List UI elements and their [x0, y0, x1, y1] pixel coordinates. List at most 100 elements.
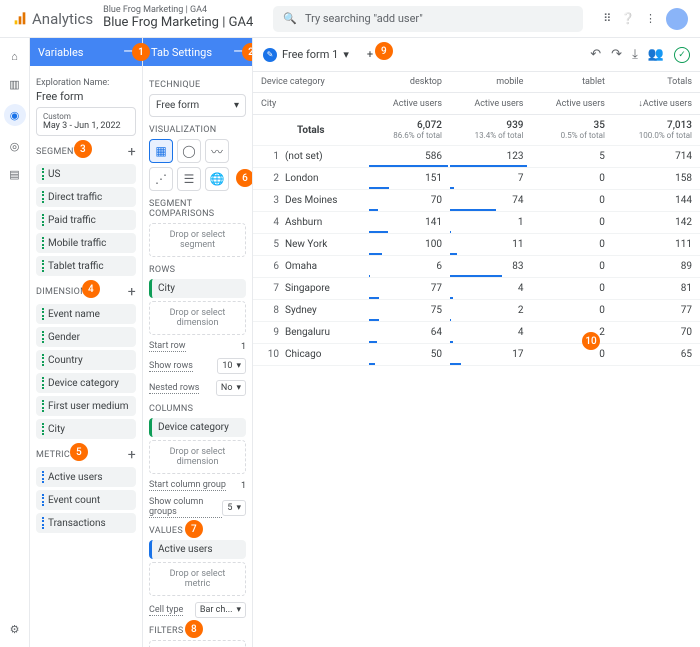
chevron-down-icon: ▾: [236, 361, 241, 371]
metric-chip[interactable]: Active users: [36, 467, 136, 487]
rows-dropzone[interactable]: Drop or select dimension: [149, 301, 246, 335]
col-tablet[interactable]: tablet: [531, 72, 612, 93]
apps-icon[interactable]: ⠿: [603, 12, 611, 25]
segment-chip[interactable]: Paid traffic: [36, 210, 136, 230]
table-row[interactable]: 3Des Moines 70 74 0 144: [253, 190, 700, 212]
visualization-label: VISUALIZATION: [149, 125, 246, 135]
exploration-name[interactable]: Free form: [36, 90, 136, 103]
reports-icon[interactable]: ▥: [7, 76, 23, 92]
viz-donut-icon[interactable]: ◯: [177, 139, 201, 163]
technique-label: TECHNIQUE: [149, 80, 246, 90]
viz-line-icon[interactable]: 〰: [205, 139, 229, 163]
col-device-category[interactable]: Device category: [253, 72, 369, 93]
technique-select[interactable]: Free form▾: [149, 94, 246, 117]
add-dimension-button[interactable]: +: [128, 284, 136, 300]
dimension-chip[interactable]: First user medium: [36, 396, 136, 416]
col-active-users-sort[interactable]: ↓Active users: [613, 93, 700, 115]
viz-bar-icon[interactable]: ☰: [177, 167, 201, 191]
dimension-chip[interactable]: City: [36, 419, 136, 439]
row-chip[interactable]: City: [149, 279, 246, 298]
explore-icon[interactable]: ◉: [4, 104, 26, 126]
col-active-users[interactable]: Active users: [450, 93, 531, 115]
columns-dropzone[interactable]: Drop or select dimension: [149, 440, 246, 474]
start-col-value[interactable]: 1: [241, 481, 246, 491]
add-tab-button[interactable]: + 9: [367, 48, 373, 61]
annotation-badge-10: 10: [582, 332, 600, 350]
viz-scatter-icon[interactable]: ⋰: [149, 167, 173, 191]
show-rows-select[interactable]: 10▾: [217, 358, 246, 374]
nested-rows-select[interactable]: No▾: [216, 380, 246, 396]
col-mobile[interactable]: mobile: [450, 72, 531, 93]
annotation-badge-7: 7: [185, 520, 203, 538]
viz-table-icon[interactable]: ▦: [149, 139, 173, 163]
logo[interactable]: Analytics: [12, 10, 93, 28]
title-block[interactable]: Blue Frog Marketing | GA4 Blue Frog Mark…: [103, 6, 253, 30]
values-dropzone[interactable]: Drop or select metric: [149, 562, 246, 596]
cell-type-label: Cell type: [149, 605, 183, 616]
value-chip[interactable]: Active users: [149, 540, 246, 559]
dimension-chip[interactable]: Gender: [36, 327, 136, 347]
columns-label: COLUMNS: [149, 404, 246, 414]
variables-title: Variables: [38, 46, 84, 59]
chevron-down-icon: ▾: [236, 605, 241, 615]
cell-type-select[interactable]: Bar ch...▾: [195, 602, 246, 618]
add-metric-button[interactable]: +: [128, 447, 136, 463]
table-row[interactable]: 4Ashburn 141 1 0 142: [253, 212, 700, 234]
metric-chip[interactable]: Event count: [36, 490, 136, 510]
header-actions: ⠿ ❔ ⋮: [603, 8, 688, 30]
segments-header: SEGMENTS + 3: [36, 144, 136, 160]
metric-chip[interactable]: Transactions: [36, 513, 136, 533]
help-icon[interactable]: ❔: [621, 12, 635, 25]
start-row-value[interactable]: 1: [241, 342, 246, 352]
dimensions-header: DIMENSIONS + 4: [36, 284, 136, 300]
page-title: Blue Frog Marketing | GA4: [103, 16, 253, 30]
col-active-users[interactable]: Active users: [531, 93, 612, 115]
home-icon[interactable]: ⌂: [7, 48, 23, 64]
filters-dropzone[interactable]: Drop or select dimension or metric: [149, 640, 246, 647]
add-segment-button[interactable]: +: [128, 144, 136, 160]
table-row[interactable]: 5New York 100 11 0 111: [253, 234, 700, 256]
chevron-down-icon: ▾: [343, 48, 349, 61]
report-area: ✎ Free form 1 ▾ + 9 ↶ ↷ ⤓ 👥 ✓ Device cat…: [253, 38, 700, 647]
segment-chip[interactable]: Direct traffic: [36, 187, 136, 207]
search-bar[interactable]: 🔍 Try searching "add user": [273, 6, 583, 32]
redo-icon[interactable]: ↷: [611, 47, 622, 62]
report-tab[interactable]: ✎ Free form 1 ▾: [263, 48, 349, 62]
dimension-chip[interactable]: Device category: [36, 373, 136, 393]
table-row[interactable]: 8Sydney 75 2 0 77: [253, 300, 700, 322]
admin-icon[interactable]: ⚙: [7, 621, 23, 637]
share-icon[interactable]: 👥: [648, 47, 664, 62]
table-row[interactable]: 9Bengaluru 64 4 2 70: [253, 322, 700, 344]
segment-chip[interactable]: Mobile traffic: [36, 233, 136, 253]
undo-icon[interactable]: ↶: [590, 47, 601, 62]
segment-chip[interactable]: US: [36, 164, 136, 184]
more-icon[interactable]: ⋮: [645, 12, 656, 25]
show-col-select[interactable]: 5▾: [222, 500, 246, 516]
table-row[interactable]: 10Chicago 50 17 0 65: [253, 344, 700, 366]
configure-icon[interactable]: ▤: [7, 166, 23, 182]
avatar[interactable]: [666, 8, 688, 30]
dimension-chip[interactable]: Event name: [36, 304, 136, 324]
col-desktop[interactable]: desktop: [369, 72, 450, 93]
viz-geo-icon[interactable]: 🌐: [205, 167, 229, 191]
column-chip[interactable]: Device category: [149, 418, 246, 437]
advertising-icon[interactable]: ◎: [7, 138, 23, 154]
table-row[interactable]: 1(not set) 586 123 5 714: [253, 146, 700, 168]
date-range-picker[interactable]: Custom May 3 - Jun 1, 2022: [36, 107, 136, 136]
start-col-label: Start column group: [149, 480, 226, 491]
date-custom-label: Custom: [43, 112, 129, 121]
table-row[interactable]: 6Omaha 6 83 0 89: [253, 256, 700, 278]
table-row[interactable]: 7Singapore 77 4 0 81: [253, 278, 700, 300]
table-row[interactable]: 2London 151 7 0 158: [253, 168, 700, 190]
segment-chip[interactable]: Tablet traffic: [36, 256, 136, 276]
segment-dropzone[interactable]: Drop or select segment: [149, 223, 246, 257]
chevron-down-icon: ▾: [234, 100, 239, 111]
col-totals[interactable]: Totals: [613, 72, 700, 93]
dimension-chip[interactable]: Country: [36, 350, 136, 370]
table-subheader-row: City Active users Active users Active us…: [253, 93, 700, 115]
sample-status-icon[interactable]: ✓: [674, 47, 690, 63]
col-active-users[interactable]: Active users: [369, 93, 450, 115]
col-city[interactable]: City: [253, 93, 369, 115]
tab-settings-header: Tab Settings — 2: [143, 38, 252, 66]
download-icon[interactable]: ⤓: [632, 47, 638, 62]
